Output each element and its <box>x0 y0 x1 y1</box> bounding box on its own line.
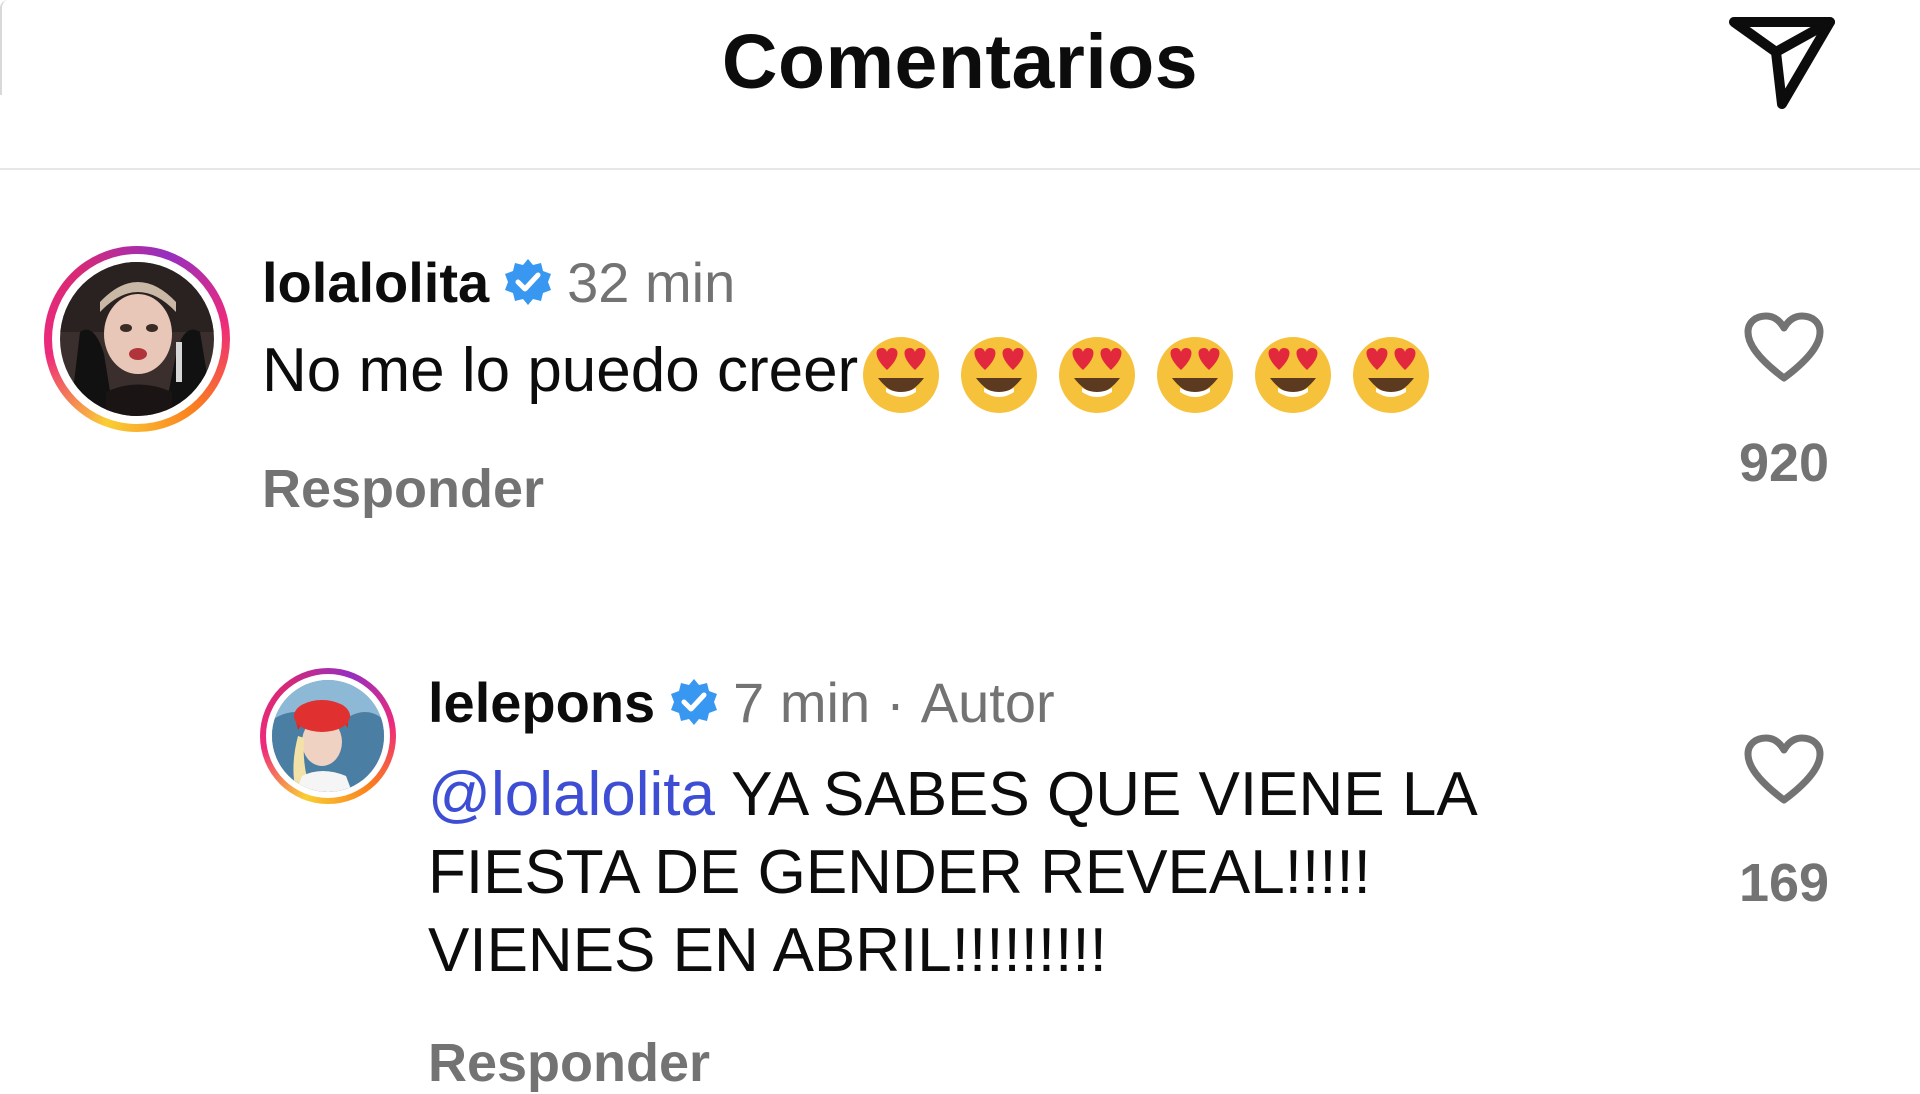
comments-sheet: Comentarios lolalolita 32 min No me lo p… <box>0 0 1920 1093</box>
reply-meta: lelepons 7 min · Autor <box>428 670 1055 734</box>
verified-badge-icon <box>669 677 719 727</box>
reply-body-1: YA SABES QUE VIENE LA <box>714 760 1478 829</box>
reply-line-2: FIESTA DE GENDER REVEAL!!!!! <box>428 838 1371 907</box>
avatar-photo-lelepons <box>272 680 384 792</box>
avatar[interactable] <box>272 680 384 792</box>
page-title: Comentarios <box>721 19 1199 105</box>
reply-text: @lolalolita YA SABES QUE VIENE LA FIESTA… <box>428 756 1668 990</box>
reply-button[interactable]: Responder <box>262 458 544 520</box>
comment-body: No me lo puedo creer <box>262 336 859 405</box>
meta-separator: · <box>886 670 905 734</box>
author-badge: Autor <box>920 670 1055 734</box>
like-count: 920 <box>1738 433 1830 493</box>
mention-link[interactable]: @lolalolita <box>428 760 715 829</box>
heart-outline-icon <box>1744 312 1824 382</box>
comment-meta: lolalolita 32 min <box>262 250 735 314</box>
reply-line-3: VIENES EN ABRIL!!!!!!!!! <box>428 916 1107 985</box>
comment-timestamp: 32 min <box>567 250 736 314</box>
comment-text: No me lo puedo creer <box>262 330 1448 416</box>
heart-eyes-emoji <box>860 334 942 416</box>
paper-plane-send-icon <box>1729 17 1835 109</box>
heart-eyes-emoji <box>1154 334 1236 416</box>
avatar-photo-lolalolita <box>60 262 214 416</box>
like-count: 169 <box>1738 853 1830 913</box>
share-button[interactable] <box>1726 12 1838 112</box>
avatar[interactable] <box>60 262 214 416</box>
heart-eyes-emoji <box>1056 334 1138 416</box>
heart-eyes-emoji <box>958 334 1040 416</box>
heart-eyes-emoji <box>1252 334 1334 416</box>
verified-badge-icon <box>503 257 553 307</box>
heart-eyes-emoji <box>1350 334 1432 416</box>
like-button[interactable] <box>1744 734 1824 806</box>
comments-header: Comentarios <box>0 0 1920 170</box>
heart-outline-icon <box>1744 734 1824 804</box>
reply-button[interactable]: Responder <box>428 1032 710 1094</box>
emoji-row <box>860 334 1448 416</box>
like-button[interactable] <box>1744 312 1824 384</box>
reply-username[interactable]: lelepons <box>428 670 655 735</box>
reply-timestamp: 7 min <box>733 670 871 734</box>
reply-line-1: @lolalolita YA SABES QUE VIENE LA <box>428 756 1668 834</box>
comment-username[interactable]: lolalolita <box>262 250 489 315</box>
